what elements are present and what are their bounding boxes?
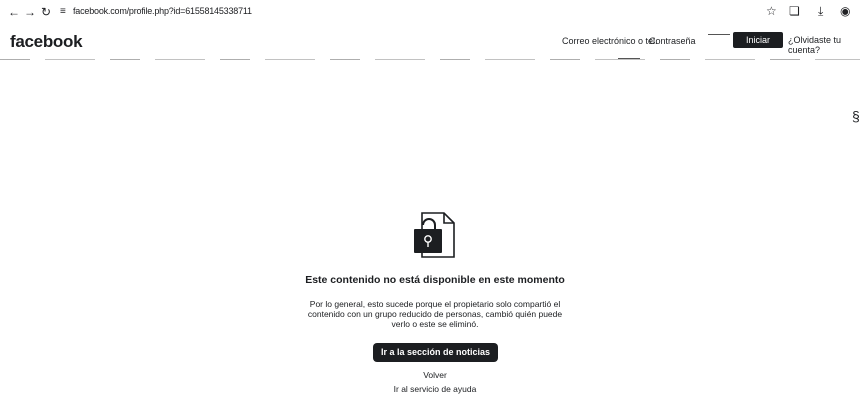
login-button[interactable]: Iniciar sesión (733, 32, 783, 61)
account-icon[interactable]: ◉ (840, 4, 850, 18)
extensions-icon[interactable]: ❏ (789, 4, 800, 18)
back-link[interactable]: Volver (380, 370, 490, 380)
header-divider (0, 59, 860, 60)
reload-icon[interactable]: ↻ (41, 5, 51, 19)
browser-toolbar: ← → ↻ ≡ facebook.com/profile.php?id=6155… (0, 0, 860, 26)
partial-glyph: § (852, 108, 860, 124)
site-info-icon[interactable]: ≡ (60, 6, 66, 17)
password-field-underline (708, 34, 730, 35)
address-bar[interactable]: facebook.com/profile.php?id=615581453387… (73, 6, 252, 16)
star-icon[interactable]: ☆ (766, 4, 777, 18)
facebook-logo[interactable]: facebook (10, 32, 83, 52)
back-icon[interactable]: ← (8, 5, 20, 19)
forgot-account-link[interactable]: ¿Olvidaste tu cuenta? (788, 35, 860, 55)
page-title: Este contenido no está disponible en est… (305, 274, 565, 286)
page-description: Por lo general, esto sucede porque el pr… (307, 299, 563, 329)
help-center-link[interactable]: Ir al servicio de ayuda (370, 384, 500, 394)
facebook-header: facebook Correo electrónico o tel. Contr… (0, 26, 860, 61)
forward-icon[interactable]: → (24, 5, 36, 19)
download-icon[interactable]: ⤓ (818, 4, 823, 19)
news-feed-button[interactable]: Ir a la sección de noticias (373, 343, 498, 362)
password-field[interactable]: Contraseña (649, 36, 696, 46)
email-field[interactable]: Correo electrónico o tel. (562, 36, 658, 46)
locked-content-icon (414, 212, 455, 258)
